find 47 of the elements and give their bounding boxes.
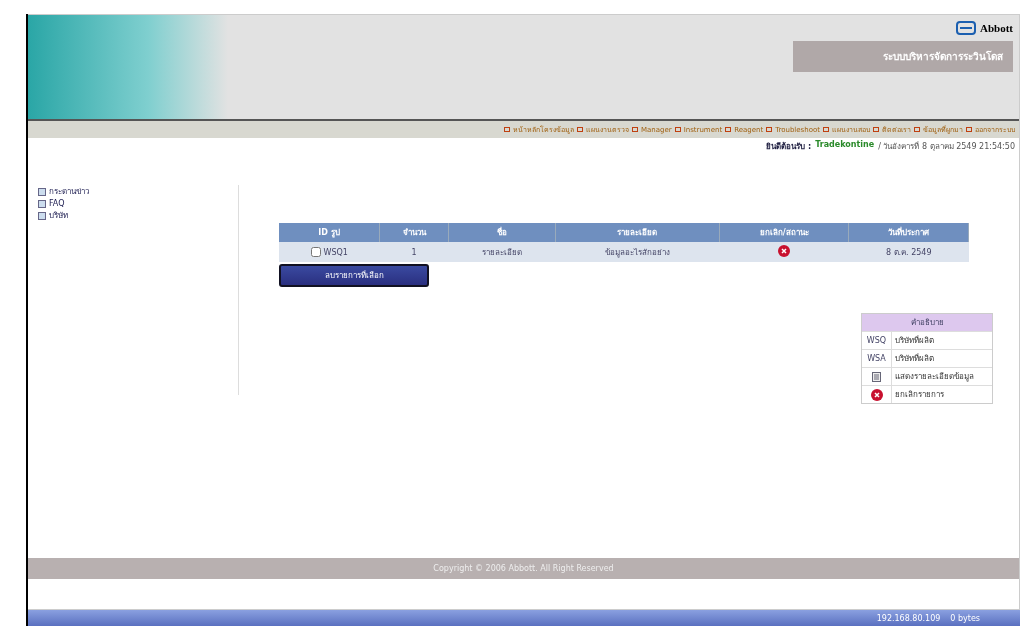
legend-text: แสดงรายละเอียดข้อมูล [894,371,975,384]
table-cell: 8 ต.ค. 2549 [849,242,969,262]
legend-text: บริษัทที่ผลิต [894,352,935,365]
column-header: ID รูป [279,223,380,242]
legend-code: WSQ [866,336,887,345]
bullet-icon [576,127,583,132]
legend-code: WSA [867,354,886,363]
column-header: ยกเลิก/สถานะ [719,223,849,242]
square-icon [38,211,46,220]
date-text: / วันอังคารที่ 8 ตุลาคม 2549 21:54:50 [878,140,1015,153]
table-cell: ข้อมูลอะไรสักอย่าง [555,242,720,262]
status-size: 0 bytes [950,613,980,623]
system-title: ระบบบริหารจัดการระวินโดส [793,41,1013,72]
table-cell: รายละเอียด [448,242,556,262]
sidebar-link[interactable]: FAQ [49,199,65,208]
legend-text: ยกเลิกรายการ [894,389,945,401]
sidebar-link[interactable]: กระดานข่าว [49,185,89,198]
column-header: วันที่ประกาศ [849,223,969,242]
column-header: รายละเอียด [555,223,720,242]
document-icon [872,371,881,382]
bullet-icon [873,127,879,132]
table-cell: 1 [379,242,449,262]
user-name: Tradekontine [815,140,875,151]
row-checkbox[interactable] [310,247,321,257]
table-cell: WSQ1 [323,247,348,257]
square-icon [38,187,46,196]
cancel-icon [778,245,791,257]
brand-name: Abbott [980,22,1013,34]
bullet-icon [766,127,773,132]
legend-title: คำอธิบาย [862,314,992,331]
bullet-icon [725,127,732,132]
logo-icon [956,21,976,35]
welcome-label: ยินดีต้อนรับ : [766,141,812,153]
bullet-icon [823,127,829,132]
cancel-icon [870,388,883,401]
sidebar-link[interactable]: บริษัท [49,209,68,222]
bullet-icon [914,127,920,132]
column-header: จำนวน [379,223,449,242]
bullet-icon [966,127,972,132]
bullet-icon [631,127,638,132]
delete-button[interactable]: ลบรายการที่เลือก [279,264,429,287]
bullet-icon [674,127,681,132]
column-header: ชื่อ [448,223,556,242]
bullet-icon [503,127,510,132]
legend-text: บริษัทที่ผลิต [894,334,935,347]
status-address: 192.168.80.109 [876,613,941,623]
square-icon [38,199,46,208]
